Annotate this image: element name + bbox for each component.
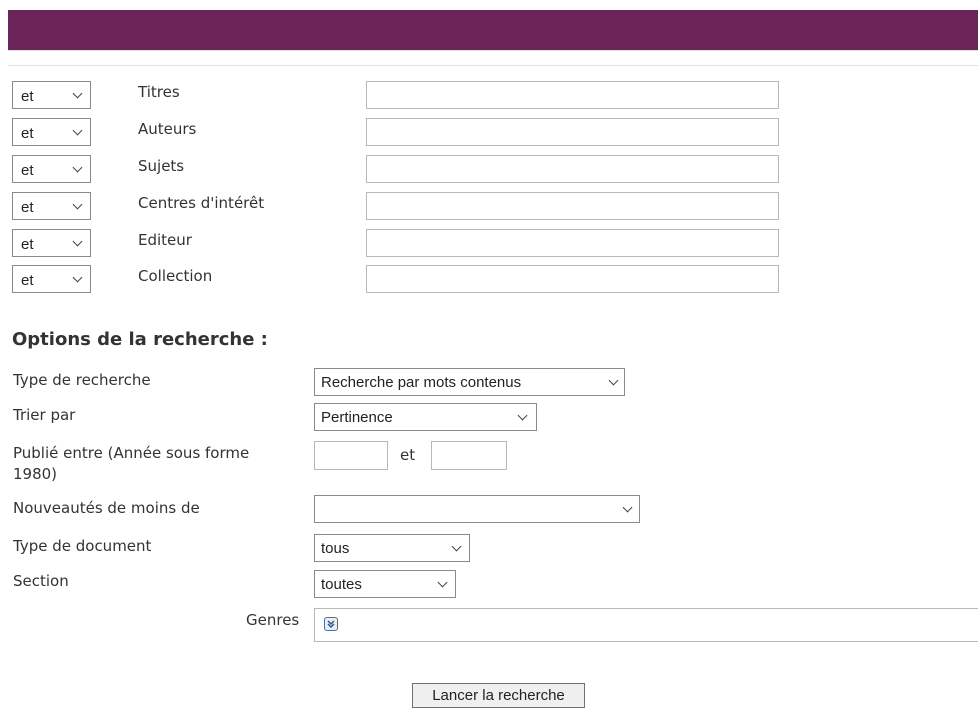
chevron-down-icon xyxy=(72,199,83,210)
field-label-auteurs: Auteurs xyxy=(138,120,197,138)
chevron-down-icon xyxy=(72,162,83,173)
search-type-select[interactable]: Recherche par mots contenus xyxy=(314,368,625,396)
and-label: et xyxy=(400,446,416,464)
operator-select-editeur[interactable]: et xyxy=(12,229,91,257)
chevron-down-icon xyxy=(517,410,528,421)
genres-field xyxy=(314,608,978,642)
chevron-down-icon xyxy=(72,236,83,247)
search-type-label: Type de recherche xyxy=(13,371,151,389)
new-items-label: Nouveautés de moins de xyxy=(13,499,200,517)
year-to-input[interactable] xyxy=(431,441,507,470)
published-between-label: Publié entre (Année sous forme xyxy=(13,444,250,462)
header-bar xyxy=(8,10,978,50)
doc-type-select[interactable]: tous xyxy=(314,534,470,562)
editeur-input[interactable] xyxy=(366,229,779,257)
section-select[interactable]: toutes xyxy=(314,570,456,598)
expand-double-chevron-icon[interactable] xyxy=(324,617,338,631)
submit-search-button[interactable]: Lancer la recherche xyxy=(412,683,585,708)
chevron-down-icon xyxy=(72,272,83,283)
auteurs-input[interactable] xyxy=(366,118,779,146)
operator-select-auteurs[interactable]: et xyxy=(12,118,91,146)
field-label-titres: Titres xyxy=(138,83,180,101)
section-label: Section xyxy=(13,572,69,590)
genres-label: Genres xyxy=(246,611,300,629)
collection-input[interactable] xyxy=(366,265,779,293)
sujets-input[interactable] xyxy=(366,155,779,183)
chevron-down-icon xyxy=(451,541,462,552)
field-label-sujets: Sujets xyxy=(138,157,185,175)
field-label-centres-interet: Centres d'intérêt xyxy=(138,194,265,212)
operator-select-collection[interactable]: et xyxy=(12,265,91,293)
chevron-down-icon xyxy=(608,375,619,386)
published-between-label-line2: 1980) xyxy=(13,465,58,483)
operator-select-sujets[interactable]: et xyxy=(12,155,91,183)
field-label-editeur: Editeur xyxy=(138,231,192,249)
centres-interet-input[interactable] xyxy=(366,192,779,220)
doc-type-label: Type de document xyxy=(13,537,152,555)
titres-input[interactable] xyxy=(366,81,779,109)
sort-by-select[interactable]: Pertinence xyxy=(314,403,537,431)
year-from-input[interactable] xyxy=(314,441,388,470)
sort-by-label: Trier par xyxy=(13,406,76,424)
chevron-down-icon xyxy=(72,125,83,136)
field-label-collection: Collection xyxy=(138,267,213,285)
new-items-select[interactable] xyxy=(314,495,640,523)
chevron-down-icon xyxy=(72,88,83,99)
chevron-down-icon xyxy=(437,577,448,588)
search-options-title: Options de la recherche : xyxy=(12,329,268,350)
operator-select-centres-interet[interactable]: et xyxy=(12,192,91,220)
header-divider xyxy=(8,50,978,66)
chevron-down-icon xyxy=(622,502,633,513)
operator-select-titres[interactable]: et xyxy=(12,81,91,109)
